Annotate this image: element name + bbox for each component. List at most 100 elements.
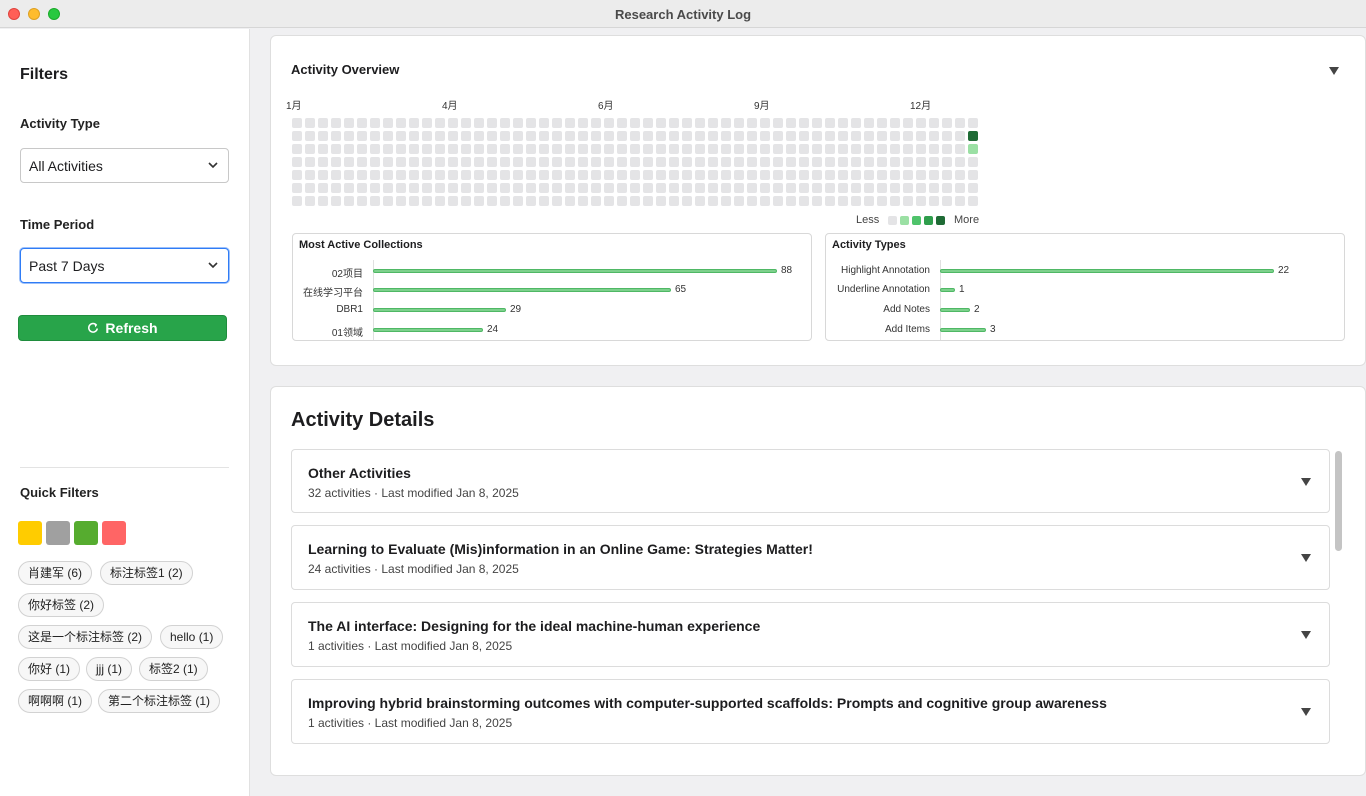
heatmap-cell[interactable]	[565, 196, 575, 206]
heatmap-cell[interactable]	[695, 131, 705, 141]
heatmap-cell[interactable]	[734, 183, 744, 193]
heatmap-cell[interactable]	[474, 118, 484, 128]
heatmap-cell[interactable]	[357, 170, 367, 180]
heatmap-cell[interactable]	[513, 131, 523, 141]
heatmap-cell[interactable]	[890, 144, 900, 154]
heatmap-cell[interactable]	[578, 196, 588, 206]
heatmap-cell[interactable]	[604, 157, 614, 167]
collapse-toggle-icon[interactable]	[1329, 67, 1339, 75]
heatmap-cell[interactable]	[500, 131, 510, 141]
heatmap-cell[interactable]	[695, 157, 705, 167]
heatmap-cell[interactable]	[942, 183, 952, 193]
heatmap-cell[interactable]	[331, 157, 341, 167]
tag-filter[interactable]: 标注标签1 (2)	[100, 561, 193, 585]
heatmap-cell[interactable]	[318, 196, 328, 206]
heatmap-cell[interactable]	[643, 183, 653, 193]
heatmap-cell[interactable]	[344, 144, 354, 154]
heatmap-cell[interactable]	[916, 144, 926, 154]
heatmap-cell[interactable]	[838, 170, 848, 180]
heatmap-cell[interactable]	[448, 157, 458, 167]
heatmap-cell[interactable]	[461, 118, 471, 128]
heatmap-cell[interactable]	[916, 131, 926, 141]
heatmap-cell[interactable]	[513, 196, 523, 206]
heatmap-cell[interactable]	[409, 170, 419, 180]
heatmap-cell[interactable]	[747, 183, 757, 193]
heatmap-cell[interactable]	[708, 183, 718, 193]
heatmap-cell[interactable]	[721, 183, 731, 193]
heatmap-cell[interactable]	[734, 170, 744, 180]
heatmap-cell[interactable]	[825, 157, 835, 167]
heatmap-cell[interactable]	[331, 144, 341, 154]
color-filter-red[interactable]	[102, 521, 126, 545]
heatmap-cell[interactable]	[370, 157, 380, 167]
heatmap-cell[interactable]	[539, 118, 549, 128]
heatmap-cell[interactable]	[539, 196, 549, 206]
heatmap-cell[interactable]	[552, 170, 562, 180]
heatmap-cell[interactable]	[591, 170, 601, 180]
tag-filter[interactable]: 标签2 (1)	[139, 657, 208, 681]
heatmap-cell[interactable]	[513, 118, 523, 128]
heatmap-cell[interactable]	[552, 118, 562, 128]
heatmap-cell[interactable]	[851, 196, 861, 206]
heatmap-cell[interactable]	[747, 196, 757, 206]
heatmap-cell[interactable]	[292, 196, 302, 206]
heatmap-cell[interactable]	[656, 144, 666, 154]
heatmap-cell[interactable]	[487, 157, 497, 167]
tag-filter[interactable]: hello (1)	[160, 625, 224, 649]
activity-group-item[interactable]: Improving hybrid brainstorming outcomes …	[291, 679, 1330, 744]
heatmap-cell[interactable]	[552, 157, 562, 167]
heatmap-cell[interactable]	[448, 183, 458, 193]
heatmap-cell[interactable]	[721, 170, 731, 180]
heatmap-cell[interactable]	[643, 118, 653, 128]
heatmap-cell[interactable]	[747, 131, 757, 141]
heatmap-cell[interactable]	[318, 157, 328, 167]
heatmap-cell[interactable]	[331, 131, 341, 141]
heatmap-cell[interactable]	[552, 183, 562, 193]
heatmap-cell[interactable]	[786, 170, 796, 180]
heatmap-cell[interactable]	[617, 196, 627, 206]
heatmap-cell[interactable]	[682, 183, 692, 193]
heatmap-cell[interactable]	[344, 183, 354, 193]
heatmap-cell[interactable]	[578, 157, 588, 167]
heatmap-cell[interactable]	[370, 131, 380, 141]
heatmap-cell[interactable]	[630, 131, 640, 141]
heatmap-cell[interactable]	[773, 144, 783, 154]
heatmap-cell[interactable]	[487, 170, 497, 180]
heatmap-cell[interactable]	[708, 196, 718, 206]
heatmap-cell[interactable]	[565, 131, 575, 141]
heatmap-cell[interactable]	[747, 144, 757, 154]
heatmap-cell[interactable]	[383, 118, 393, 128]
heatmap-cell[interactable]	[877, 144, 887, 154]
heatmap-cell[interactable]	[799, 118, 809, 128]
heatmap-cell[interactable]	[357, 144, 367, 154]
heatmap-cell[interactable]	[890, 183, 900, 193]
heatmap-cell[interactable]	[955, 118, 965, 128]
heatmap-cell[interactable]	[669, 118, 679, 128]
heatmap-cell[interactable]	[916, 196, 926, 206]
heatmap-cell[interactable]	[760, 183, 770, 193]
color-filter-green[interactable]	[74, 521, 98, 545]
activity-type-select[interactable]: All Activities	[20, 148, 229, 183]
heatmap-cell[interactable]	[929, 118, 939, 128]
heatmap-cell[interactable]	[331, 196, 341, 206]
heatmap-cell[interactable]	[539, 170, 549, 180]
heatmap-cell[interactable]	[396, 118, 406, 128]
heatmap-cell[interactable]	[877, 118, 887, 128]
heatmap-cell[interactable]	[422, 118, 432, 128]
heatmap-cell[interactable]	[461, 170, 471, 180]
heatmap-cell[interactable]	[435, 131, 445, 141]
heatmap-cell[interactable]	[812, 170, 822, 180]
heatmap-cell[interactable]	[760, 157, 770, 167]
heatmap-cell[interactable]	[825, 170, 835, 180]
heatmap-cell[interactable]	[318, 170, 328, 180]
heatmap-cell[interactable]	[487, 131, 497, 141]
tag-filter[interactable]: 你好 (1)	[18, 657, 81, 681]
bar[interactable]	[940, 288, 955, 292]
tag-filter[interactable]: jjj (1)	[86, 657, 132, 681]
heatmap-cell[interactable]	[643, 144, 653, 154]
heatmap-cell[interactable]	[643, 196, 653, 206]
heatmap-cell[interactable]	[734, 118, 744, 128]
heatmap-cell[interactable]	[812, 131, 822, 141]
heatmap-cell[interactable]	[877, 183, 887, 193]
heatmap-cell[interactable]	[435, 183, 445, 193]
